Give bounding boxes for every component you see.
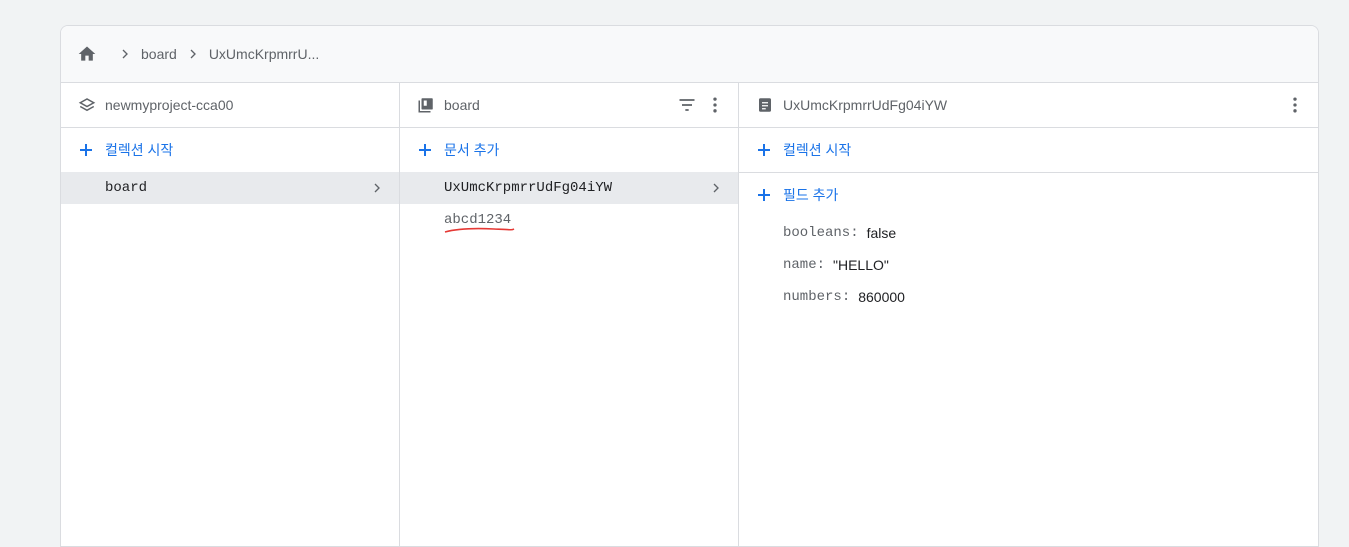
plus-icon (77, 141, 95, 159)
chevron-right-icon (183, 44, 203, 64)
breadcrumb: board UxUmcKrpmrrU... (61, 26, 1318, 83)
red-underline-annotation (444, 227, 515, 233)
plus-icon (416, 141, 434, 159)
breadcrumb-document[interactable]: UxUmcKrpmrrU... (209, 46, 319, 62)
add-field-button[interactable]: 필드 추가 (739, 173, 1318, 217)
columns: newmyproject-cca00 컬렉션 시작 board board 문서… (61, 83, 1318, 546)
field-key: name (783, 257, 817, 273)
collection-title: board (444, 97, 480, 113)
filter-icon[interactable] (676, 94, 698, 116)
field-row[interactable]: name: "HELLO" (739, 249, 1318, 281)
collection-header: board (400, 83, 738, 128)
document-title: UxUmcKrpmrrUdFg04iYW (783, 97, 948, 113)
project-title: newmyproject-cca00 (105, 97, 234, 113)
field-value: "HELLO" (833, 257, 889, 273)
field-list: booleans: false name: "HELLO" numbers: 8… (739, 217, 1318, 313)
start-subcollection-label: 컬렉션 시작 (783, 142, 852, 158)
breadcrumb-collection[interactable]: board (141, 46, 177, 62)
add-document-label: 문서 추가 (444, 142, 500, 158)
document-header: UxUmcKrpmrrUdFg04iYW (739, 83, 1318, 128)
more-vert-icon[interactable] (1284, 94, 1306, 116)
start-subcollection-button[interactable]: 컬렉션 시작 (739, 128, 1318, 172)
collection-icon (416, 95, 436, 115)
document-column: UxUmcKrpmrrUdFg04iYW 컬렉션 시작 필드 추가 boolea… (739, 83, 1318, 546)
collection-item-board[interactable]: board (61, 172, 399, 204)
document-icon (755, 95, 775, 115)
plus-icon (755, 141, 773, 159)
collection-column: board 문서 추가 UxUmcKrpmrrUdFg04iYW abcd123… (400, 83, 739, 546)
document-item[interactable]: UxUmcKrpmrrUdFg04iYW (400, 172, 738, 204)
firestore-project-icon (77, 95, 97, 115)
field-value: false (866, 225, 897, 241)
add-document-button[interactable]: 문서 추가 (400, 128, 738, 172)
plus-icon (755, 186, 773, 204)
firestore-panel: board UxUmcKrpmrrU... newmyproject-cca00 (60, 25, 1319, 547)
field-key: booleans (783, 225, 851, 241)
document-item[interactable]: abcd1234 (400, 204, 738, 236)
project-header: newmyproject-cca00 (61, 83, 399, 128)
project-column: newmyproject-cca00 컬렉션 시작 board (61, 83, 400, 546)
collection-item-label: board (105, 180, 148, 196)
chevron-right-icon (706, 178, 726, 198)
field-key: numbers (783, 289, 842, 305)
field-row[interactable]: booleans: false (739, 217, 1318, 249)
add-field-label: 필드 추가 (783, 187, 839, 203)
field-row[interactable]: numbers: 860000 (739, 281, 1318, 313)
chevron-right-icon (115, 44, 135, 64)
field-value: 860000 (858, 289, 905, 305)
start-collection-button[interactable]: 컬렉션 시작 (61, 128, 399, 172)
chevron-right-icon (367, 178, 387, 198)
more-vert-icon[interactable] (704, 94, 726, 116)
home-icon[interactable] (77, 44, 97, 64)
start-collection-label: 컬렉션 시작 (105, 142, 174, 158)
document-item-label: UxUmcKrpmrrUdFg04iYW (444, 180, 613, 196)
